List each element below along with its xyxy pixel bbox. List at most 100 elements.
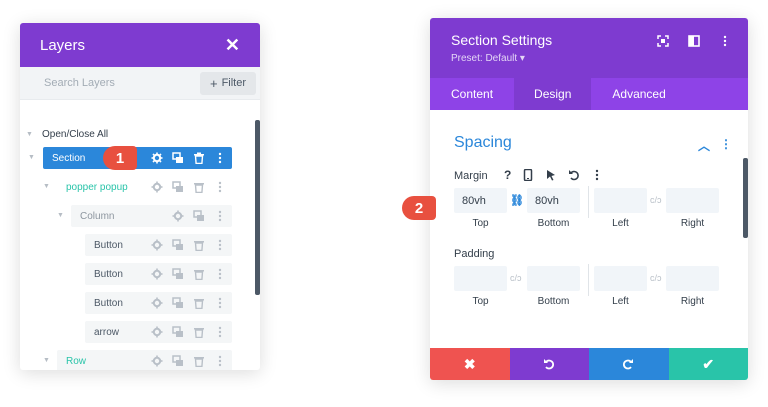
more-icon[interactable] xyxy=(214,239,226,251)
more-icon[interactable] xyxy=(214,210,226,222)
layer-item-row[interactable]: Row xyxy=(57,350,232,370)
cursor-icon[interactable] xyxy=(545,169,557,181)
unlink-icon[interactable]: c/ɔ xyxy=(650,195,662,205)
margin-left-label: Left xyxy=(612,218,629,229)
padding-label: Padding xyxy=(454,248,495,260)
layer-item-button[interactable]: Button xyxy=(85,263,232,285)
preset-dropdown[interactable]: Preset: Default ▾ xyxy=(451,53,748,64)
layer-actions xyxy=(172,205,226,227)
layer-label: popper popup xyxy=(66,181,128,193)
layer-item-button[interactable]: Button xyxy=(85,292,232,314)
more-icon[interactable] xyxy=(214,181,226,193)
margin-tools: ? xyxy=(504,168,603,182)
more-icon[interactable]: ⋮ xyxy=(720,137,732,154)
undo-button[interactable] xyxy=(509,348,589,380)
duplicate-icon[interactable] xyxy=(172,268,184,280)
layer-label: Button xyxy=(94,239,123,251)
gear-icon[interactable] xyxy=(151,297,163,309)
duplicate-icon[interactable] xyxy=(172,355,184,367)
filter-button[interactable]: + Filter xyxy=(200,71,256,95)
more-icon[interactable] xyxy=(591,169,603,181)
margin-right-input[interactable] xyxy=(666,188,719,213)
open-close-all[interactable]: ▼ Open/Close All xyxy=(26,123,226,145)
more-icon[interactable] xyxy=(214,355,226,367)
layer-item-section[interactable]: Section xyxy=(43,147,232,169)
redo-button[interactable] xyxy=(589,348,669,380)
more-icon[interactable] xyxy=(214,152,226,164)
duplicate-icon[interactable] xyxy=(172,297,184,309)
fullscreen-icon[interactable] xyxy=(657,35,670,48)
duplicate-icon[interactable] xyxy=(172,326,184,338)
padding-top-label: Top xyxy=(472,296,489,307)
gear-icon[interactable] xyxy=(151,268,163,280)
duplicate-icon[interactable] xyxy=(172,239,184,251)
margin-bottom-input[interactable]: 80vh xyxy=(527,188,580,213)
duplicate-icon[interactable] xyxy=(172,152,184,164)
more-icon[interactable] xyxy=(214,326,226,338)
more-icon[interactable] xyxy=(214,297,226,309)
settings-scrollbar[interactable] xyxy=(743,158,748,238)
layer-item-column[interactable]: Column xyxy=(71,205,232,227)
layers-scrollbar[interactable] xyxy=(255,120,260,295)
unlink-icon[interactable]: c/ɔ xyxy=(510,273,522,283)
filter-label: Filter xyxy=(221,77,247,89)
more-icon[interactable] xyxy=(719,35,732,48)
spacing-group-title[interactable]: Spacing xyxy=(454,134,512,152)
checkmark-icon: ✔ xyxy=(702,355,715,372)
trash-icon[interactable] xyxy=(193,268,205,280)
plus-icon: + xyxy=(209,75,218,91)
tab-advanced[interactable]: Advanced xyxy=(591,78,686,110)
link-icon[interactable]: ⛓ xyxy=(510,194,524,207)
caret-down-icon[interactable]: ▼ xyxy=(43,183,50,190)
gear-icon[interactable] xyxy=(172,210,184,222)
margin-top-label: Top xyxy=(472,218,489,229)
layer-actions xyxy=(151,234,226,256)
layer-actions xyxy=(151,263,226,285)
caret-down-icon[interactable]: ▼ xyxy=(43,357,50,364)
caret-down-icon[interactable]: ▼ xyxy=(57,212,64,219)
caret-down-icon[interactable]: ▼ xyxy=(28,154,35,161)
trash-icon[interactable] xyxy=(193,355,205,367)
padding-right-input[interactable] xyxy=(666,266,719,291)
margin-top-input[interactable]: 80vh xyxy=(454,188,507,213)
padding-bottom-input[interactable] xyxy=(527,266,580,291)
gear-icon[interactable] xyxy=(151,239,163,251)
layer-item-popper-popup[interactable]: popper popup xyxy=(57,176,232,198)
trash-icon[interactable] xyxy=(193,239,205,251)
close-icon[interactable]: ✕ xyxy=(225,36,240,54)
undo-icon[interactable] xyxy=(568,169,580,181)
unlink-icon[interactable]: c/ɔ xyxy=(650,273,662,283)
trash-icon[interactable] xyxy=(193,152,205,164)
trash-icon[interactable] xyxy=(193,297,205,309)
help-icon[interactable]: ? xyxy=(504,168,511,182)
padding-top-input[interactable] xyxy=(454,266,507,291)
trash-icon[interactable] xyxy=(193,181,205,193)
layer-actions xyxy=(151,350,226,370)
search-layers-input[interactable] xyxy=(44,77,200,89)
tab-content[interactable]: Content xyxy=(430,78,514,110)
chevron-up-icon[interactable]: ︿ xyxy=(698,137,710,154)
group-actions: ︿ ⋮ xyxy=(698,137,732,154)
duplicate-icon[interactable] xyxy=(193,210,205,222)
mobile-icon[interactable] xyxy=(522,169,534,181)
gear-icon[interactable] xyxy=(151,326,163,338)
save-button[interactable]: ✔ xyxy=(668,348,748,380)
padding-left-input[interactable] xyxy=(594,266,647,291)
layer-item-button[interactable]: Button xyxy=(85,234,232,256)
layer-item-arrow[interactable]: arrow xyxy=(85,321,232,343)
gear-icon[interactable] xyxy=(151,355,163,367)
margin-left-input[interactable] xyxy=(594,188,647,213)
split-view-icon[interactable] xyxy=(688,35,701,48)
trash-icon[interactable] xyxy=(193,326,205,338)
more-icon[interactable] xyxy=(214,268,226,280)
header-actions xyxy=(657,35,732,48)
padding-right-label: Right xyxy=(680,296,705,307)
tab-design[interactable]: Design xyxy=(514,78,592,110)
gear-icon[interactable] xyxy=(151,181,163,193)
gear-icon[interactable] xyxy=(151,152,163,164)
redo-icon xyxy=(622,358,635,371)
cancel-button[interactable]: ✖ xyxy=(430,348,510,380)
badge-number: 1 xyxy=(115,149,125,167)
settings-body: Spacing ︿ ⋮ Margin ? 80vh ⛓ 80vh c/ɔ Top xyxy=(430,110,748,348)
duplicate-icon[interactable] xyxy=(172,181,184,193)
